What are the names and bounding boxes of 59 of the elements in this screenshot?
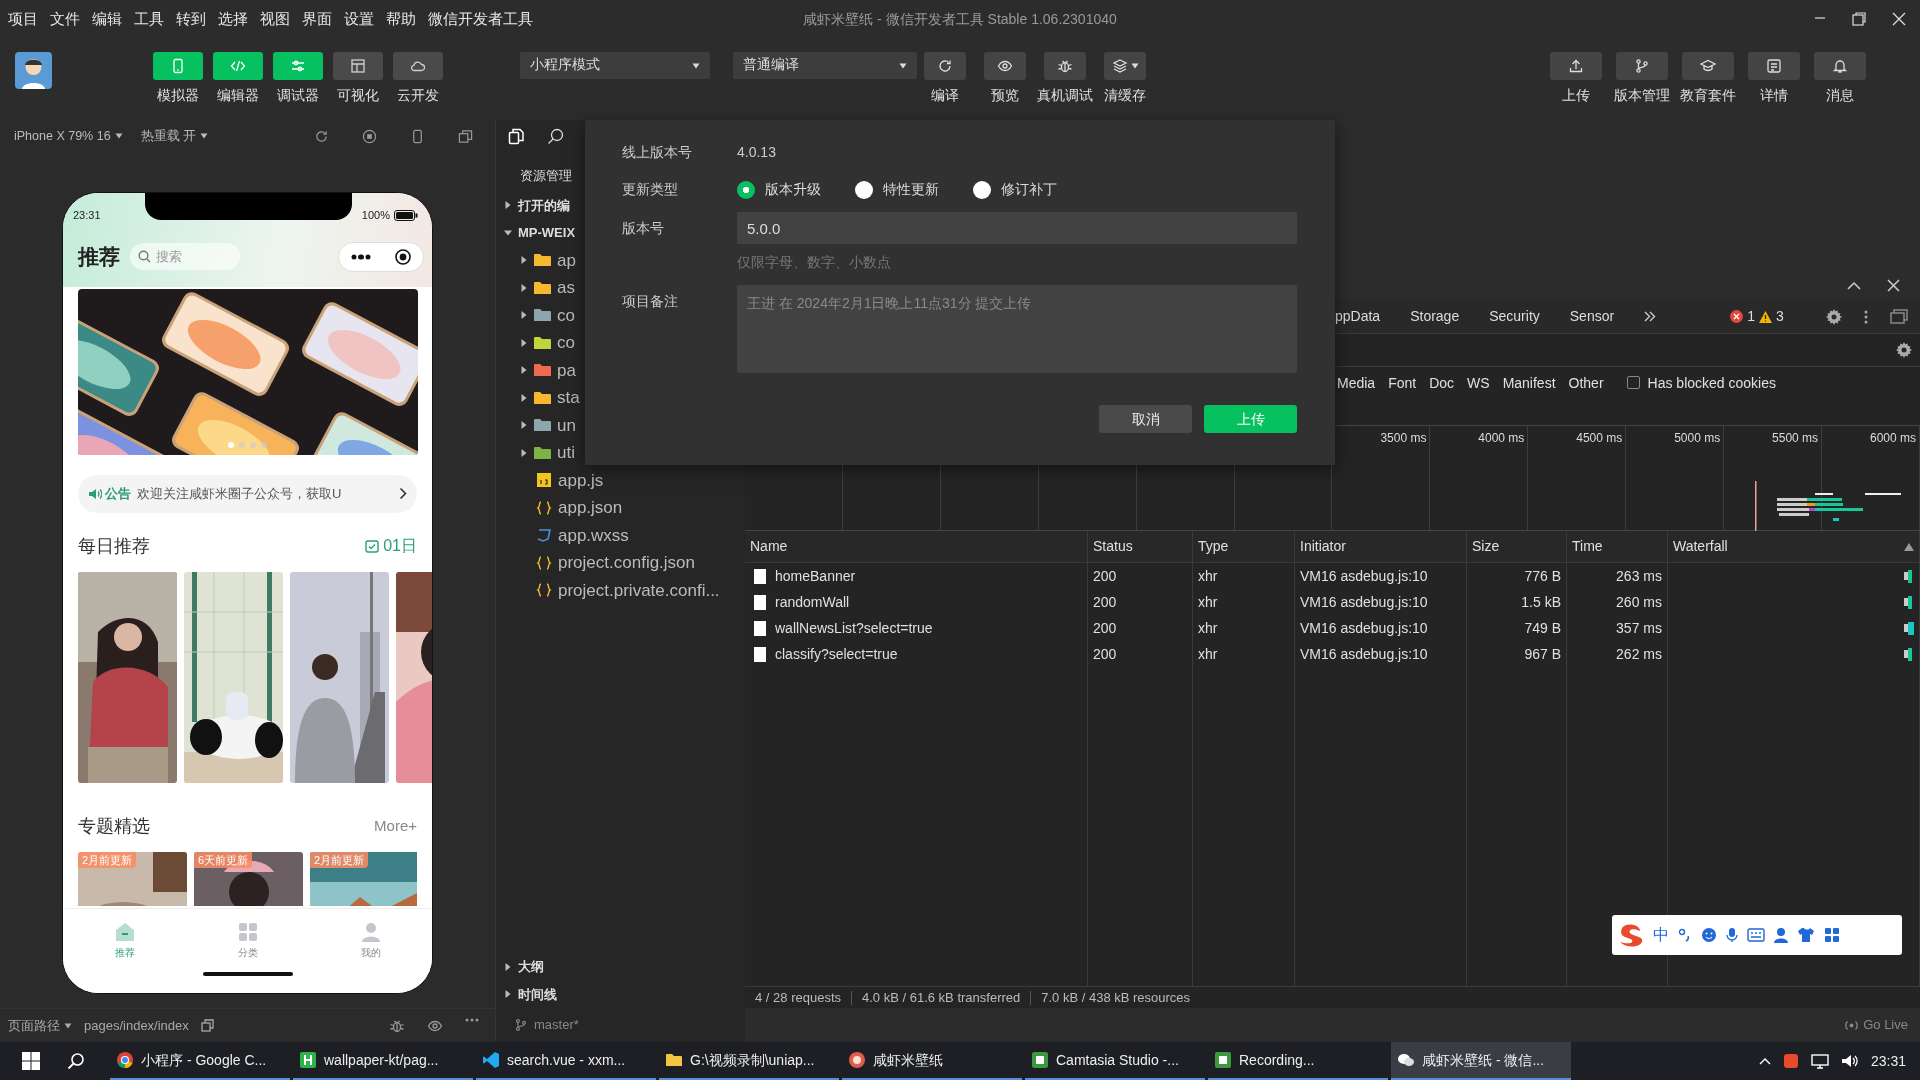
toolbar-label: 清缓存	[1104, 87, 1146, 105]
toolbar-label: 可视化	[337, 87, 379, 105]
table-cell: xhr	[1193, 589, 1295, 615]
toolbar-label: 预览	[991, 87, 1019, 105]
field-label: 项目备注	[622, 292, 679, 311]
update-tag: 6天前更新	[194, 851, 253, 868]
toolbar-label: 编辑器	[217, 87, 259, 105]
field-label: 版本号	[622, 218, 665, 238]
field-label: 线上版本号	[622, 143, 693, 162]
timeline-tick: 6000 ms	[1869, 431, 1916, 445]
table-cell: xhr	[1193, 563, 1295, 589]
table-cell: xhr	[1193, 615, 1295, 641]
timeline-tick: 5000 ms	[1674, 431, 1721, 445]
field-label: 更新类型	[622, 180, 679, 199]
table-cell: 200	[1088, 563, 1193, 589]
update-tag: 2月前更新	[78, 851, 137, 868]
panel-title: 资源管理	[520, 167, 572, 185]
toolbar-label: 模拟器	[157, 87, 199, 105]
status-time: 23:31	[73, 207, 101, 223]
summary-text: 7.0 kB / 438 kB resources	[1041, 988, 1191, 1007]
toolbar-label: 编译	[931, 87, 959, 105]
timeline-tick: 4000 ms	[1478, 431, 1525, 445]
timeline-tick: 4500 ms	[1576, 431, 1623, 445]
table-cell: 776 B	[1467, 563, 1567, 589]
section-title: 专题精选	[78, 814, 150, 838]
section-title: 每日推荐	[78, 534, 150, 558]
notice-text: 欢迎关注咸虾米圈子公众号，获取U	[137, 484, 343, 503]
update-tag: 2月前更新	[310, 851, 369, 868]
notice-label: 公告	[105, 484, 131, 503]
table-cell: 200	[1088, 641, 1193, 667]
table-cell: 260 ms	[1567, 589, 1668, 615]
window-title: 咸虾米壁纸 - 微信开发者工具 Stable 1.06.2301040	[803, 9, 1117, 29]
toolbar-label: 真机调试	[1037, 87, 1093, 105]
page-path: pages/index/index	[84, 1016, 189, 1035]
toolbar-label: 消息	[1826, 87, 1854, 105]
table-cell: xhr	[1193, 641, 1295, 667]
toolbar-label: 调试器	[277, 87, 319, 105]
table-cell: 357 ms	[1567, 615, 1668, 641]
timeline-tick: 3500 ms	[1380, 431, 1427, 445]
timeline-tick: 5500 ms	[1772, 431, 1819, 445]
table-cell: 262 ms	[1567, 641, 1668, 667]
toolbar-label: 版本管理	[1614, 87, 1670, 105]
hint-text: 仅限字母、数字、小数点	[737, 253, 891, 272]
table-cell: 200	[1088, 589, 1193, 615]
toolbar-label: 上传	[1562, 87, 1590, 105]
date-label: 01日	[383, 536, 417, 556]
table-cell: 967 B	[1467, 641, 1567, 667]
summary-text: 4 / 28 requests	[755, 988, 841, 1007]
toolbar-label: 详情	[1760, 87, 1788, 105]
table-cell: 1.5 kB	[1467, 589, 1567, 615]
version-text: 4.0.13	[737, 143, 776, 162]
page-title: 推荐	[78, 244, 120, 270]
table-cell: 263 ms	[1567, 563, 1668, 589]
summary-text: 4.0 kB / 61.6 kB transferred	[862, 988, 1021, 1007]
toolbar-label: 教育套件	[1680, 87, 1736, 105]
table-cell: 749 B	[1467, 615, 1567, 641]
table-cell: 200	[1088, 615, 1193, 641]
battery-text: 100%	[361, 207, 390, 223]
toolbar-label: 云开发	[397, 87, 439, 105]
